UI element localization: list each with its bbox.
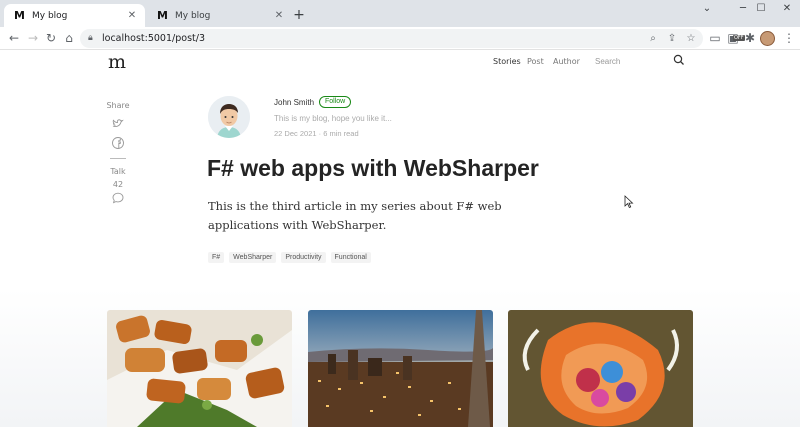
nav-post[interactable]: Post <box>527 57 544 66</box>
author-name[interactable]: John Smith <box>274 98 314 107</box>
tab-inactive[interactable]: M My blog ✕ <box>147 4 288 27</box>
share-sidebar: Share Talk 42 <box>98 101 138 205</box>
lock-icon[interactable]: 🔒︎ <box>88 29 100 48</box>
medium-favicon-icon: M <box>157 9 168 22</box>
browser-toolbar: ← → ↻ ⌂ 🔒︎ localhost:5001/post/3 ⌕ ⇪ ☆ ▭… <box>0 27 800 50</box>
tag-chip[interactable]: WebSharper <box>229 252 277 263</box>
comment-bubble-icon[interactable] <box>111 191 125 205</box>
related-post-card-city[interactable] <box>308 310 493 427</box>
tab-close-icon[interactable]: ✕ <box>125 10 139 21</box>
blog-page: m Stories Post Author Share Talk 42 <box>0 51 800 427</box>
search-icon[interactable] <box>672 53 686 67</box>
comment-count: 42 <box>112 180 124 189</box>
profile-avatar[interactable] <box>760 31 775 46</box>
nav-stories[interactable]: Stories <box>493 57 521 66</box>
site-header: m Stories Post Author <box>0 51 800 75</box>
post-date-readtime: 22 Dec 2021 · 6 min read <box>274 129 359 138</box>
related-post-card-food[interactable] <box>107 310 292 427</box>
new-tab-button[interactable]: + <box>290 6 308 24</box>
more-menu-icon[interactable]: ⋮ <box>780 29 798 47</box>
share-label: Share <box>106 101 130 110</box>
tag-chip[interactable]: F# <box>208 252 225 263</box>
share-divider <box>110 158 126 159</box>
post-lead: This is the third article in my series a… <box>208 199 502 232</box>
extensions-puzzle-icon[interactable]: ✱ <box>741 29 759 47</box>
home-icon[interactable]: ⌂ <box>60 29 78 47</box>
tab-close-icon[interactable]: ✕ <box>272 10 286 21</box>
back-arrow-icon[interactable]: ← <box>5 29 23 47</box>
related-post-card-basket[interactable] <box>508 310 693 427</box>
tab-search-chevron-icon[interactable]: ⌄ <box>690 0 724 18</box>
site-logo[interactable]: m <box>108 51 126 73</box>
mouse-cursor-icon <box>624 195 634 209</box>
nav-author[interactable]: Author <box>553 57 580 66</box>
extension-puzzle-icon[interactable]: ▭ <box>706 29 724 47</box>
tag-chip[interactable]: Functional <box>330 252 371 263</box>
zoom-icon[interactable]: ⌕ <box>645 29 661 48</box>
tab-title: My blog <box>175 10 211 21</box>
tab-strip: M My blog ✕ M My blog ✕ + ⌄ ─ ☐ ✕ <box>0 0 800 27</box>
twitter-icon[interactable] <box>111 116 125 130</box>
tab-active[interactable]: M My blog ✕ <box>4 4 145 27</box>
follow-button[interactable]: Follow <box>319 96 352 108</box>
bookmark-star-icon[interactable]: ☆ <box>683 29 699 48</box>
share-page-icon[interactable]: ⇪ <box>664 29 680 48</box>
post-title: F# web apps with WebSharper <box>207 155 539 181</box>
tab-title: My blog <box>32 10 68 21</box>
medium-favicon-icon: M <box>14 9 25 22</box>
close-window-button[interactable]: ✕ <box>770 0 800 18</box>
author-bio: This is my blog, hope you like it... <box>274 114 392 123</box>
url-text[interactable]: localhost:5001/post/3 <box>102 29 205 48</box>
author-avatar[interactable] <box>208 96 250 138</box>
address-bar[interactable]: 🔒︎ localhost:5001/post/3 ⌕ ⇪ ☆ <box>80 29 703 48</box>
forward-arrow-icon[interactable]: → <box>24 29 42 47</box>
tag-chip[interactable]: Productivity <box>281 252 326 263</box>
facebook-icon[interactable] <box>111 136 125 150</box>
reload-icon[interactable]: ↻ <box>42 29 60 47</box>
talk-label: Talk <box>110 167 126 176</box>
post-tags: F# WebSharper Productivity Functional <box>208 252 371 263</box>
